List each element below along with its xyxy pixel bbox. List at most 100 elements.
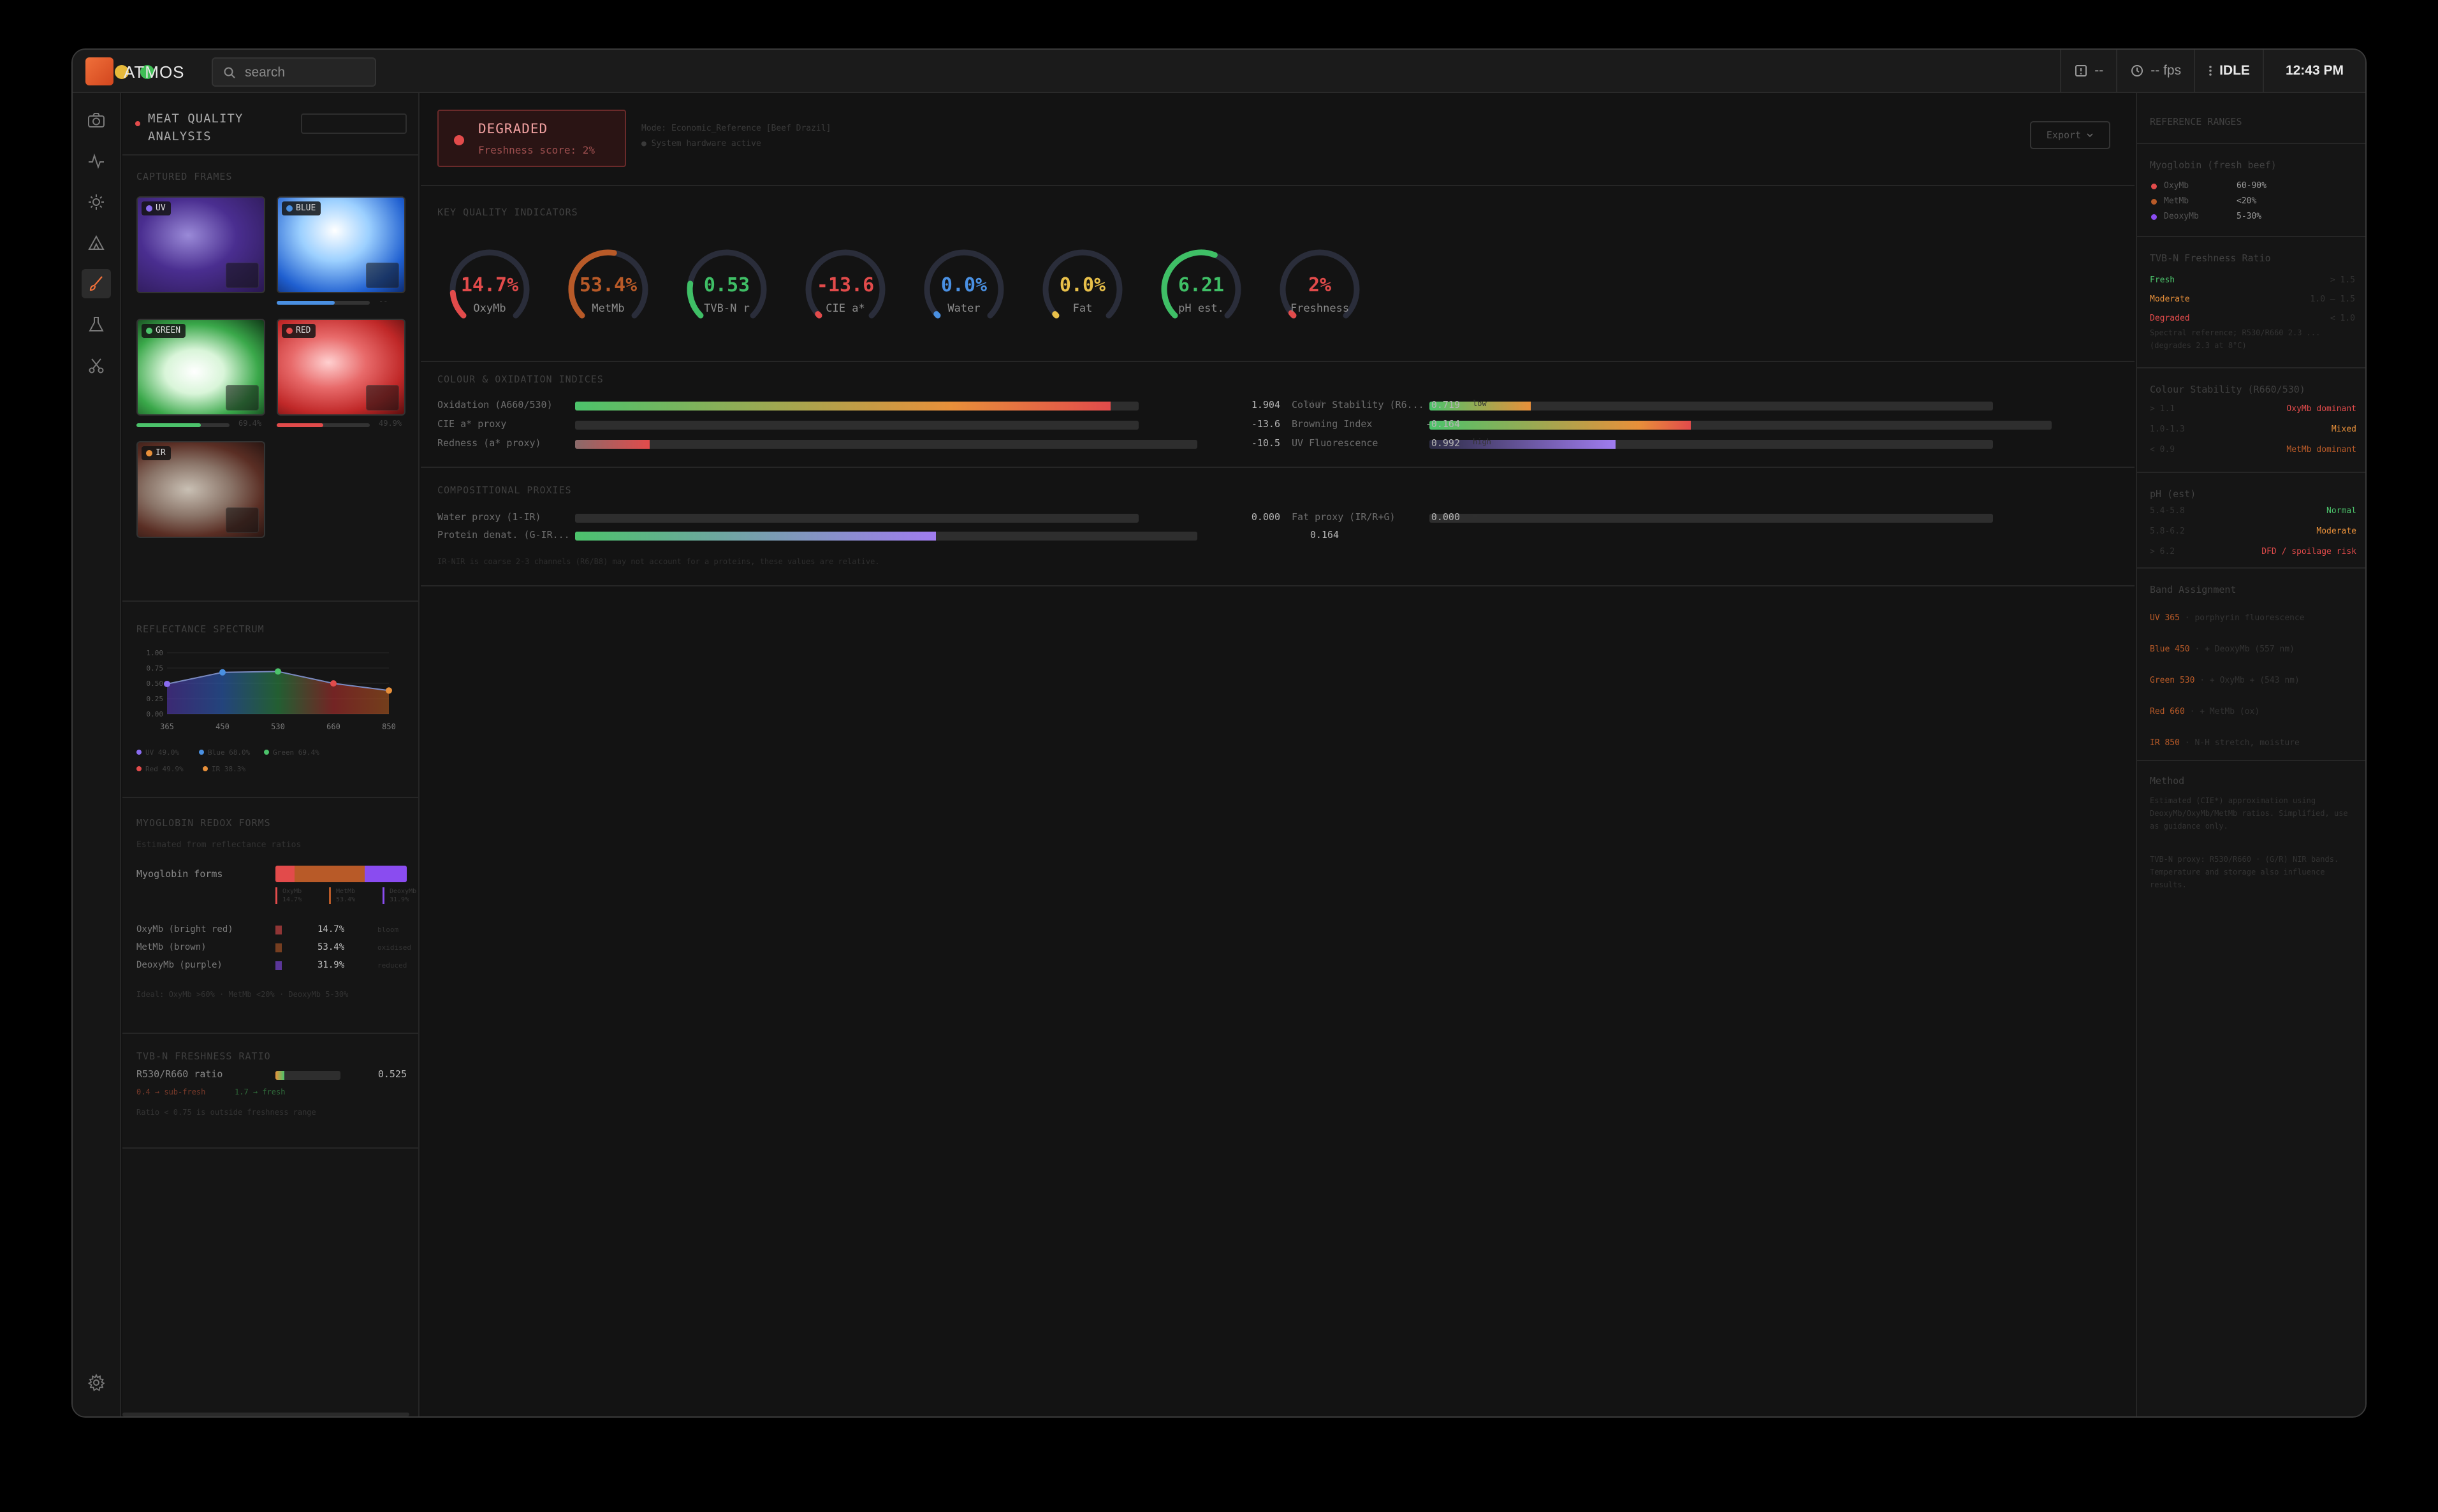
metric-value: 0.992 xyxy=(1431,437,1460,449)
metric-label: Protein denat. (G-IR... xyxy=(437,529,570,541)
gauge-fat: 0.0% Fat xyxy=(1038,245,1127,334)
frame-red[interactable]: RED xyxy=(277,319,405,416)
rail-settings[interactable] xyxy=(82,1368,111,1397)
colour-title: COLOUR & OXIDATION INDICES xyxy=(437,374,604,385)
colour-section: COLOUR & OXIDATION INDICES Oxidation (A6… xyxy=(421,362,2135,468)
panel-title-line2: ANALYSIS xyxy=(148,129,212,143)
band-desc: · + MetMb (ox) xyxy=(2189,707,2260,716)
fps-value: -- fps xyxy=(2150,63,2182,78)
search-box[interactable] xyxy=(212,57,376,87)
ref-method-title: Method xyxy=(2150,775,2185,787)
brush-icon xyxy=(89,276,103,291)
search-icon xyxy=(224,67,235,78)
frame-blue[interactable]: BLUE xyxy=(277,196,405,293)
ref-ph-title: pH (est) xyxy=(2150,488,2196,500)
tvbn-title: TVB-N FRESHNESS RATIO xyxy=(136,1050,271,1062)
left-panel-scrollbar[interactable] xyxy=(122,1413,409,1416)
frame-tag: IR xyxy=(142,446,171,460)
tvbn-label: R530/R660 ratio xyxy=(136,1068,223,1080)
spectrum-point xyxy=(164,680,170,687)
metric-row: Colour Stability (R6... 0.719 low xyxy=(1292,399,1993,412)
comp-footnote: IR-NIR is coarse 2-3 channels (R6/B8) ma… xyxy=(437,557,880,566)
ref-name: OxyMb xyxy=(2164,181,2189,191)
rail-camera[interactable] xyxy=(82,106,111,135)
gauge-oxymb: 14.7% OxyMb xyxy=(445,245,534,334)
tvbn-bar xyxy=(275,1071,340,1080)
ref-band-title: Band Assignment xyxy=(2150,584,2237,595)
frame-uv[interactable]: UV xyxy=(136,196,265,293)
analysis-mode-select[interactable] xyxy=(301,113,407,134)
search-input[interactable] xyxy=(245,64,366,82)
ref-desc: MetMb dominant xyxy=(2286,445,2356,454)
reference-header: REFERENCE RANGES xyxy=(2137,93,2365,144)
ref-name: Fresh xyxy=(2150,275,2175,285)
metric-label: Redness (a* proxy) xyxy=(437,437,541,449)
ref-desc: Mixed xyxy=(2331,425,2356,434)
legend-dot xyxy=(136,766,142,771)
spectrum-area xyxy=(167,671,389,714)
main-header: DEGRADED Freshness score: 2% Mode: Econo… xyxy=(421,93,2135,186)
alert-indicator[interactable]: -- xyxy=(2060,50,2116,92)
gauge-value: 2% xyxy=(1308,274,1332,296)
ref-method-p2: TVB-N proxy: R530/R660 · (G/R) NIR bands… xyxy=(2150,855,2339,889)
form-swatch xyxy=(275,943,282,952)
y-tick-label: 0.00 xyxy=(147,710,164,718)
rail-scissors[interactable] xyxy=(82,351,111,380)
metric-row: UV Fluorescence 0.992 high xyxy=(1292,437,1993,450)
ref-dot xyxy=(2151,214,2157,220)
metric-note: low xyxy=(1473,399,1487,408)
metric-label: Water proxy (1-IR) xyxy=(437,511,541,523)
x-tick-label: 850 xyxy=(382,722,396,731)
forms-label: Myoglobin forms xyxy=(136,868,223,880)
rail-sun[interactable] xyxy=(82,187,111,217)
metric-label: Fat proxy (IR/R+G) xyxy=(1292,511,1396,523)
reference-panel: REFERENCE RANGES Myoglobin (fresh beef) … xyxy=(2136,93,2365,1416)
status-dot xyxy=(135,121,140,126)
ref-dot xyxy=(2151,199,2157,205)
metric-row: Fat proxy (IR/R+G) 0.000 — xyxy=(1292,511,1993,524)
frame-green[interactable]: GREEN xyxy=(136,319,265,416)
ref-name: Degraded xyxy=(2150,314,2190,323)
gauge-tvb-n-r: 0.53 TVB-N r xyxy=(682,245,771,334)
ref-desc: Moderate xyxy=(2316,527,2356,536)
ref-range: 1.0 – 1.5 xyxy=(2310,294,2355,304)
x-tick-label: 365 xyxy=(160,722,174,731)
form-name: OxyMb (bright red) xyxy=(136,924,233,934)
forms-footnote: Ideal: OxyMb >60% · MetMb <20% · DeoxyMb… xyxy=(136,990,349,999)
gauge-label: CIE a* xyxy=(826,302,865,315)
y-tick-label: 0.75 xyxy=(147,664,164,672)
metric-bar-fill xyxy=(575,532,937,541)
analysis-header: MEAT QUALITY ANALYSIS xyxy=(122,93,420,156)
kpi-section: KEY QUALITY INDICATORS 14.7% OxyMb 53.4% Me… xyxy=(421,186,2135,362)
rail-flask[interactable] xyxy=(82,310,111,339)
band-name: UV 365 xyxy=(2150,613,2185,623)
rail-brush[interactable] xyxy=(82,269,111,298)
state-indicator[interactable]: IDLE xyxy=(2194,50,2263,92)
frame-tag: GREEN xyxy=(142,324,186,338)
metric-bar xyxy=(575,440,1197,449)
fps-indicator: -- fps xyxy=(2116,50,2194,92)
tent-icon xyxy=(88,235,105,250)
form-name: MetMb (brown) xyxy=(136,942,207,952)
rail-tent[interactable] xyxy=(82,228,111,258)
frame-tag: RED xyxy=(282,324,316,338)
frame-ir[interactable]: IR xyxy=(136,441,265,538)
gauge-value: 14.7% xyxy=(460,274,519,296)
y-tick-label: 1.00 xyxy=(147,649,164,657)
main-panel: DEGRADED Freshness score: 2% Mode: Econo… xyxy=(421,93,2135,1416)
frame-level-bar xyxy=(277,301,370,305)
legend-item: UV 49.0% xyxy=(136,748,179,757)
more-vertical-icon xyxy=(2209,66,2212,76)
legend-dot xyxy=(203,766,208,771)
frame-thumbnail-preview xyxy=(226,263,259,288)
metric-label: Browning Index xyxy=(1292,418,1373,430)
status-dot xyxy=(454,135,464,145)
state-label: IDLE xyxy=(2219,63,2250,78)
legend-item: Blue 68.0% xyxy=(199,748,250,757)
export-button[interactable]: Export xyxy=(2030,121,2110,149)
sun-icon xyxy=(89,194,104,210)
stack-legend-item: OxyMb 14.7% xyxy=(275,887,302,904)
panel-title: MEAT QUALITY ANALYSIS xyxy=(148,110,243,145)
rail-activity[interactable] xyxy=(82,147,111,176)
metric-bar-fill xyxy=(575,402,1111,411)
